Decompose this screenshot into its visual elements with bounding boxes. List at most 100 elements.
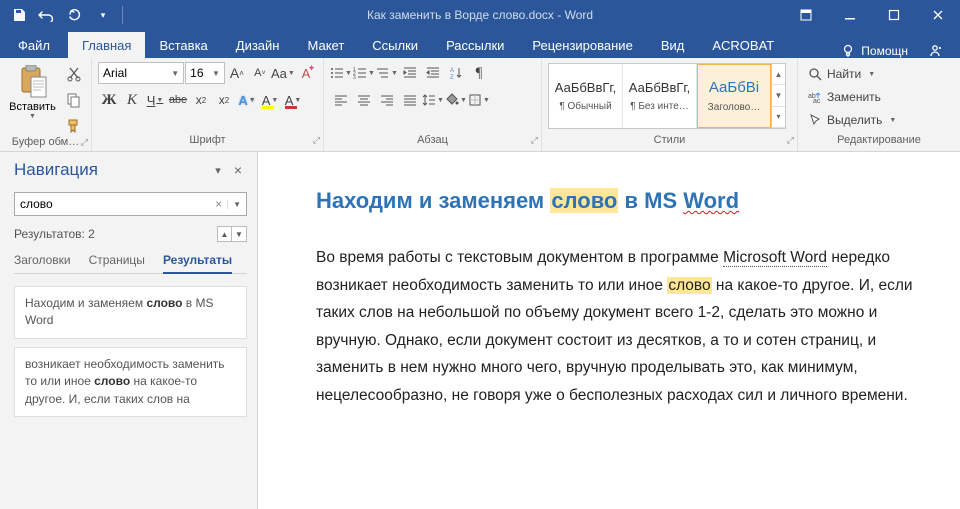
change-case-button[interactable]: Aa▼ <box>272 62 294 84</box>
nav-close-icon[interactable]: × <box>229 161 247 179</box>
sort-button[interactable]: AZ <box>445 62 467 84</box>
tab-home[interactable]: Главная <box>68 32 145 58</box>
clear-search-icon[interactable]: × <box>210 197 227 211</box>
select-button[interactable]: Выделить▼ <box>804 109 900 131</box>
search-dropdown-icon[interactable]: ▼ <box>227 200 241 209</box>
tab-mailings[interactable]: Рассылки <box>432 32 518 58</box>
window-title: Как заменить в Ворде слово.docx - Word <box>367 8 593 22</box>
nav-menu-icon[interactable]: ▾ <box>209 161 227 179</box>
share-icon[interactable] <box>928 44 942 58</box>
decrease-indent-button[interactable] <box>399 62 421 84</box>
line-spacing-button[interactable]: ▼ <box>422 89 444 111</box>
show-marks-button[interactable]: ¶ <box>468 62 490 84</box>
gallery-up-icon[interactable]: ▲ <box>772 64 785 85</box>
nav-title: Навигация <box>14 160 98 180</box>
group-clipboard-label: Буфер обм… <box>12 136 79 148</box>
tab-file[interactable]: Файл <box>0 32 68 58</box>
tab-insert[interactable]: Вставка <box>145 32 221 58</box>
undo-icon[interactable] <box>34 3 60 27</box>
results-count: Результатов: 2 <box>14 227 95 241</box>
minimize-icon[interactable] <box>828 0 872 30</box>
search-result-1[interactable]: Находим и заменяем слово в MS Word <box>14 286 247 339</box>
search-result-2[interactable]: возникает необходимость заменить то или … <box>14 347 247 417</box>
prev-result-icon[interactable]: ▲ <box>218 227 232 241</box>
lightbulb-icon <box>841 44 855 58</box>
svg-text:ac: ac <box>813 98 821 104</box>
tab-acrobat[interactable]: ACROBAT <box>698 32 788 58</box>
navigation-pane: Навигация ▾ × × ▼ Результатов: 2 ▲ ▼ Заг… <box>0 152 258 509</box>
format-painter-icon[interactable] <box>63 116 85 136</box>
qat-customize-icon[interactable]: ▾ <box>90 3 116 27</box>
italic-button[interactable]: К <box>121 89 143 111</box>
document-area[interactable]: Находим и заменяем слово в MS Word Во вр… <box>258 152 960 509</box>
tab-view[interactable]: Вид <box>647 32 699 58</box>
replace-icon: abac <box>808 90 822 104</box>
find-button[interactable]: Найти▼ <box>804 63 879 85</box>
style-heading1[interactable]: АаБбВі Заголово… <box>697 64 771 128</box>
redo-icon[interactable] <box>62 3 88 27</box>
borders-button[interactable]: ▼ <box>468 89 490 111</box>
highlight-button[interactable]: A▼ <box>259 89 281 111</box>
doc-paragraph: Во время работы с текстовым документом в… <box>316 244 916 409</box>
ribbon-options-icon[interactable] <box>784 0 828 30</box>
shrink-font-button[interactable]: A˅ <box>249 62 271 84</box>
justify-button[interactable] <box>399 89 421 111</box>
paste-button[interactable]: Вставить ▼ <box>6 62 59 120</box>
styles-gallery: АаБбВвГг, ¶ Обычный АаБбВвГг, ¶ Без инте… <box>548 63 786 129</box>
close-icon[interactable] <box>916 0 960 30</box>
font-color-button[interactable]: A▼ <box>282 89 304 111</box>
nav-tab-results[interactable]: Результаты <box>163 248 232 274</box>
cursor-icon <box>808 113 822 127</box>
bold-button[interactable]: Ж <box>98 89 120 111</box>
clipboard-launcher-icon[interactable]: ⤢ <box>81 137 88 148</box>
font-launcher-icon[interactable]: ⤢ <box>313 135 320 146</box>
nav-tab-pages[interactable]: Страницы <box>89 248 145 273</box>
maximize-icon[interactable] <box>872 0 916 30</box>
next-result-icon[interactable]: ▼ <box>232 227 246 241</box>
ribbon-tabs: Файл Главная Вставка Дизайн Макет Ссылки… <box>0 30 960 58</box>
tab-design[interactable]: Дизайн <box>222 32 294 58</box>
tab-layout[interactable]: Макет <box>293 32 358 58</box>
gallery-down-icon[interactable]: ▼ <box>772 85 785 106</box>
font-name-combo[interactable]: Arial▼ <box>98 62 184 84</box>
nav-search-box[interactable]: × ▼ <box>14 192 247 216</box>
doc-heading: Находим и заменяем слово в MS Word <box>316 188 916 214</box>
multilevel-button[interactable]: ▼ <box>376 62 398 84</box>
shading-button[interactable]: ▼ <box>445 89 467 111</box>
align-center-button[interactable] <box>353 89 375 111</box>
replace-button[interactable]: abac Заменить <box>804 86 885 108</box>
increase-indent-button[interactable] <box>422 62 444 84</box>
nav-search-input[interactable] <box>20 197 210 211</box>
underline-button[interactable]: Ч▼ <box>144 89 166 111</box>
copy-icon[interactable] <box>63 90 85 110</box>
group-font-label: Шрифт <box>189 134 225 146</box>
style-no-spacing[interactable]: АаБбВвГг, ¶ Без инте… <box>623 64 697 128</box>
svg-text:Z: Z <box>450 75 454 80</box>
svg-text:3: 3 <box>353 75 356 80</box>
gallery-more-icon[interactable]: ▾ <box>772 107 785 128</box>
search-icon <box>808 67 822 81</box>
tab-references[interactable]: Ссылки <box>358 32 432 58</box>
superscript-button[interactable]: x2 <box>213 89 235 111</box>
subscript-button[interactable]: x2 <box>190 89 212 111</box>
strike-button[interactable]: abe <box>167 89 189 111</box>
tell-me-search[interactable]: Помощн <box>841 44 908 58</box>
align-left-button[interactable] <box>330 89 352 111</box>
grow-font-button[interactable]: A˄ <box>226 62 248 84</box>
paragraph-launcher-icon[interactable]: ⤢ <box>531 135 538 146</box>
group-paragraph-label: Абзац <box>417 134 448 146</box>
text-effects-button[interactable]: A▼ <box>236 89 258 111</box>
style-normal[interactable]: АаБбВвГг, ¶ Обычный <box>549 64 623 128</box>
font-size-combo[interactable]: 16▼ <box>185 62 225 84</box>
nav-tab-headings[interactable]: Заголовки <box>14 248 71 273</box>
numbering-button[interactable]: 123▼ <box>353 62 375 84</box>
group-styles-label: Стили <box>654 134 686 146</box>
cut-icon[interactable] <box>63 64 85 84</box>
align-right-button[interactable] <box>376 89 398 111</box>
svg-text:A: A <box>450 68 454 74</box>
clear-format-button[interactable]: A✦ <box>295 62 317 84</box>
bullets-button[interactable]: ▼ <box>330 62 352 84</box>
save-icon[interactable] <box>6 3 32 27</box>
styles-launcher-icon[interactable]: ⤢ <box>787 135 794 146</box>
tab-review[interactable]: Рецензирование <box>518 32 646 58</box>
